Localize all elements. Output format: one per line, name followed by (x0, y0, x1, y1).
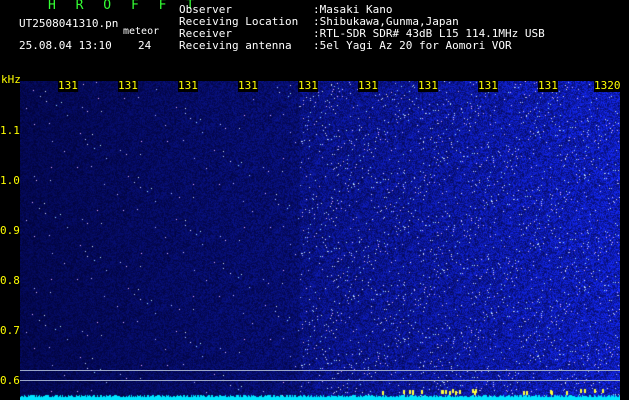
y-tick-label: 0.9 (0, 224, 20, 237)
x-tick-label: 131 (178, 79, 198, 92)
meteor-count: 24 (138, 39, 152, 52)
brand-title: H R O F F T (48, 0, 201, 13)
file-name: UT2508041310.pn (19, 17, 119, 30)
date-time: 25.08.04 13:10 (19, 39, 112, 52)
y-tick-label: 1.1 (0, 124, 20, 137)
y-tick-label: 0.7 (0, 324, 20, 337)
spectrogram (20, 81, 620, 400)
y-tick-label: 0.6 (0, 374, 20, 387)
info-antenna-value: :5el Yagi Az 20 for Aomori VOR (313, 39, 512, 52)
y-tick-label: 0.8 (0, 274, 20, 287)
x-tick-label: 131 (478, 79, 498, 92)
x-tick-label: 131 (238, 79, 258, 92)
marker-line-lower (20, 380, 620, 381)
x-tick-label: 1320 (594, 79, 621, 92)
x-tick-label: 131 (118, 79, 138, 92)
marker-line-upper (20, 370, 620, 371)
event-label: meteor (123, 26, 160, 37)
y-axis-unit: kHz (1, 73, 21, 86)
x-tick-label: 131 (418, 79, 438, 92)
x-tick-label: 131 (358, 79, 378, 92)
spectrogram-canvas (20, 81, 620, 400)
x-tick-label: 131 (298, 79, 318, 92)
y-tick-label: 1.0 (0, 174, 20, 187)
info-antenna-label: Receiving antenna (179, 39, 292, 52)
x-tick-label: 131 (538, 79, 558, 92)
x-tick-label: 131 (58, 79, 78, 92)
